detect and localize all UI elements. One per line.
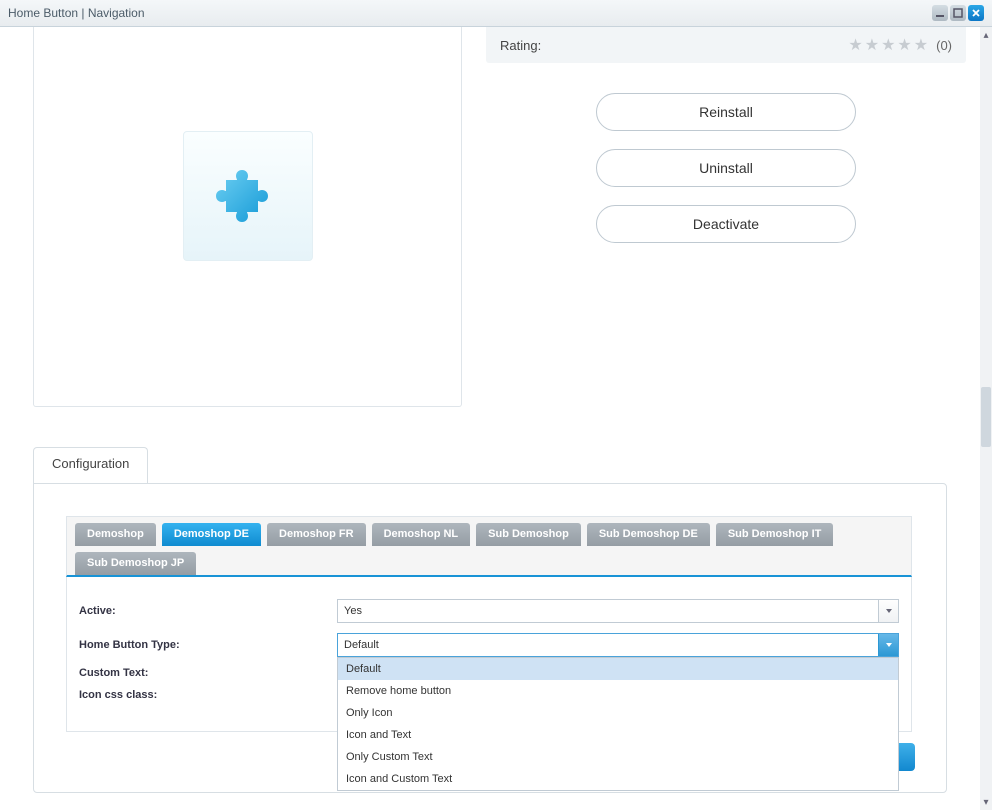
dropdown-option[interactable]: Only Custom Text — [338, 746, 898, 768]
shop-tab-demoshop-de[interactable]: Demoshop DE — [162, 523, 261, 546]
shop-tab-sub-demoshop-de[interactable]: Sub Demoshop DE — [587, 523, 710, 546]
dropdown-option[interactable]: Only Icon — [338, 702, 898, 724]
config-body: Demoshop Demoshop DE Demoshop FR Demoshop N… — [33, 483, 947, 793]
star-icon: ★ — [848, 35, 862, 55]
vertical-scrollbar[interactable]: ▴ ▾ — [980, 27, 992, 810]
plugin-side-panel: Rating: ★ ★ ★ ★ ★ (0) Reinstall Uninstal… — [486, 27, 980, 407]
home-button-type-select[interactable]: Default — [337, 633, 899, 657]
window-titlebar: Home Button | Navigation — [0, 0, 992, 27]
window-close-button[interactable] — [968, 5, 984, 21]
field-active: Active: Yes — [79, 599, 899, 623]
active-select-value: Yes — [344, 605, 362, 617]
uninstall-button[interactable]: Uninstall — [596, 149, 856, 187]
active-select[interactable]: Yes — [337, 599, 899, 623]
chevron-down-icon — [878, 634, 898, 656]
label-active: Active: — [79, 605, 337, 617]
rating-row: Rating: ★ ★ ★ ★ ★ (0) — [486, 27, 966, 63]
rating-count: (0) — [936, 38, 952, 53]
dropdown-option[interactable]: Remove home button — [338, 680, 898, 702]
scroll-down-icon[interactable]: ▾ — [980, 794, 992, 810]
dropdown-option[interactable]: Icon and Text — [338, 724, 898, 746]
label-custom-text: Custom Text: — [79, 667, 337, 679]
plugin-detail-upper: Rating: ★ ★ ★ ★ ★ (0) Reinstall Uninstal… — [0, 27, 980, 407]
shop-tab-demoshop-fr[interactable]: Demoshop FR — [267, 523, 366, 546]
star-icon: ★ — [914, 35, 928, 55]
shop-tab-demoshop-nl[interactable]: Demoshop NL — [372, 523, 471, 546]
puzzle-piece-icon — [216, 164, 280, 228]
star-icon: ★ — [897, 35, 911, 55]
reinstall-button[interactable]: Reinstall — [596, 93, 856, 131]
home-button-type-value: Default — [344, 639, 379, 651]
window-maximize-button[interactable] — [950, 5, 966, 21]
dropdown-option[interactable]: Icon and Custom Text — [338, 768, 898, 790]
config-form: Active: Yes Home Button Type: De — [66, 577, 912, 732]
window-content: Rating: ★ ★ ★ ★ ★ (0) Reinstall Uninstal… — [0, 27, 980, 810]
shop-tab-sub-demoshop-jp[interactable]: Sub Demoshop JP — [75, 552, 196, 575]
shop-tab-sub-demoshop-it[interactable]: Sub Demoshop IT — [716, 523, 834, 546]
field-home-button-type: Home Button Type: Default DefaultRemove … — [79, 633, 899, 657]
scroll-up-icon[interactable]: ▴ — [980, 27, 992, 43]
window-minimize-button[interactable] — [932, 5, 948, 21]
deactivate-button[interactable]: Deactivate — [596, 205, 856, 243]
home-button-type-dropdown: DefaultRemove home buttonOnly IconIcon a… — [337, 657, 899, 791]
configuration-section: Configuration DemoshopDemoshop DEDemosho… — [33, 447, 947, 793]
label-home-button-type: Home Button Type: — [79, 639, 337, 651]
config-tab-header: Configuration — [33, 447, 947, 483]
rating-label: Rating: — [500, 38, 541, 53]
window-controls — [932, 5, 984, 21]
rating-stars: ★ ★ ★ ★ ★ — [848, 35, 928, 55]
dropdown-option[interactable]: Default — [338, 658, 898, 680]
chevron-down-icon — [878, 600, 898, 622]
star-icon: ★ — [881, 35, 895, 55]
scrollbar-handle[interactable] — [981, 387, 991, 447]
plugin-icon-panel — [33, 27, 462, 407]
plugin-icon-box — [183, 131, 313, 261]
shop-tab-demoshop[interactable]: Demoshop — [75, 523, 156, 546]
window-title: Home Button | Navigation — [8, 6, 145, 20]
plugin-manager-window: Home Button | Navigation Rating: — [0, 0, 992, 810]
star-icon: ★ — [865, 35, 879, 55]
label-icon-css-class: Icon css class: — [79, 689, 337, 701]
shop-tab-sub-demoshop[interactable]: Sub Demoshop — [476, 523, 581, 546]
tab-configuration[interactable]: Configuration — [33, 447, 148, 483]
shop-tabs-bar: Demoshop Demoshop DE Demoshop FR Demoshop N… — [66, 516, 912, 577]
